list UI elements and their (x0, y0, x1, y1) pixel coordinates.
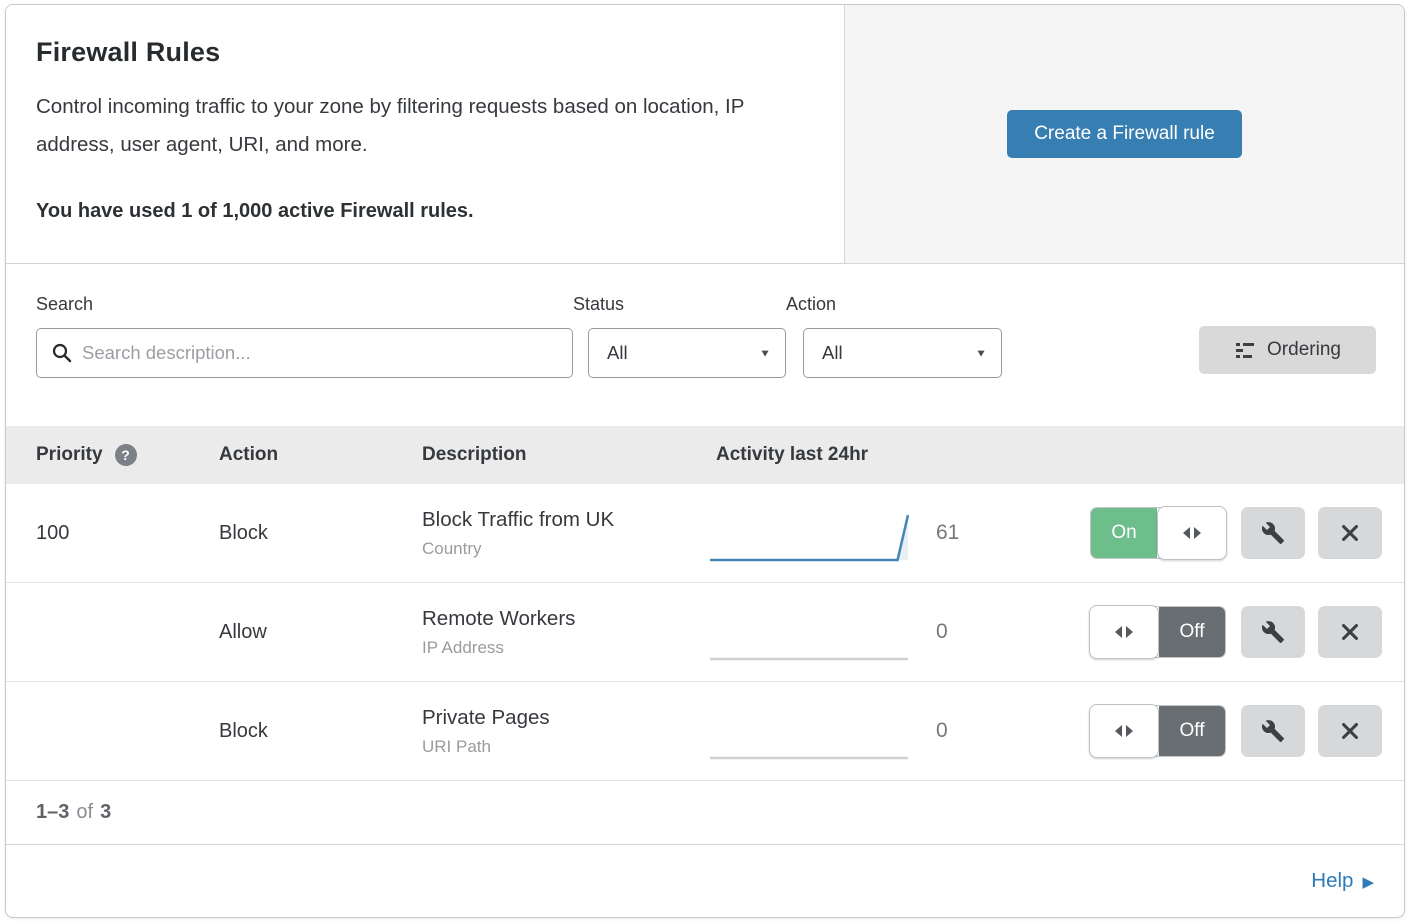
toggle-knob[interactable] (1089, 704, 1159, 758)
delete-rule-button[interactable] (1318, 705, 1382, 757)
close-icon (1339, 522, 1361, 544)
rule-action: Block (219, 720, 422, 743)
activity-sparkline (709, 599, 919, 665)
search-box (36, 328, 573, 378)
ordering-button[interactable]: Ordering (1199, 326, 1376, 374)
filter-bar: Search Status All ▼ Action All (6, 264, 1404, 426)
rule-action: Block (219, 522, 422, 545)
column-action: Action (219, 444, 422, 466)
toggle-state-label: On (1091, 508, 1157, 558)
activity-count: 61 (936, 521, 959, 545)
pagination-range: 1–3 (36, 801, 69, 824)
firewall-rules-card: Firewall Rules Control incoming traffic … (5, 4, 1405, 918)
delete-rule-button[interactable] (1318, 606, 1382, 658)
search-label: Search (36, 294, 573, 315)
chevron-down-icon: ▼ (975, 347, 987, 359)
toggle-arrows-icon (1126, 725, 1133, 737)
search-input[interactable] (82, 342, 558, 364)
page-description: Control incoming traffic to your zone by… (36, 88, 801, 164)
toggle-state-label: Off (1159, 607, 1225, 657)
rule-match-type: IP Address (422, 638, 709, 658)
activity-count: 0 (936, 719, 948, 743)
toggle-arrows-icon (1126, 626, 1133, 638)
rule-match-type: URI Path (422, 737, 709, 757)
toggle-arrows-icon (1183, 527, 1190, 539)
action-select[interactable]: All ▼ (803, 328, 1002, 378)
status-selected-value: All (607, 342, 628, 364)
header-action-panel: Create a Firewall rule (845, 5, 1404, 263)
close-icon (1339, 621, 1361, 643)
search-group: Search (36, 294, 573, 378)
activity-count: 0 (936, 620, 948, 644)
wrench-icon (1261, 620, 1285, 644)
rule-enabled-toggle[interactable]: Off (1090, 606, 1226, 658)
edit-rule-button[interactable] (1241, 606, 1305, 658)
column-description: Description (422, 444, 709, 466)
action-filter-group: Action All ▼ (786, 294, 1002, 378)
toggle-arrows-icon (1115, 725, 1122, 737)
rule-enabled-toggle[interactable]: On (1090, 507, 1226, 559)
toggle-state-label: Off (1159, 706, 1225, 756)
rule-name: Remote Workers (422, 607, 709, 631)
rule-description: Private Pages URI Path (422, 706, 709, 757)
create-firewall-rule-button[interactable]: Create a Firewall rule (1007, 110, 1242, 158)
usage-note: You have used 1 of 1,000 active Firewall… (36, 200, 814, 223)
table-row: Allow Remote Workers IP Address 0 Off (6, 583, 1404, 682)
wrench-icon (1261, 719, 1285, 743)
row-controls: 61 On (919, 507, 1404, 559)
toggle-knob[interactable] (1089, 605, 1159, 659)
rule-name: Private Pages (422, 706, 709, 730)
toggle-arrows-icon (1115, 626, 1122, 638)
priority-column-label: Priority (36, 444, 103, 466)
chevron-down-icon: ▼ (759, 347, 771, 359)
activity-sparkline (709, 500, 919, 566)
rule-name: Block Traffic from UK (422, 508, 709, 532)
column-activity: Activity last 24hr (709, 444, 1404, 466)
status-select[interactable]: All ▼ (588, 328, 786, 378)
activity-sparkline (709, 698, 919, 764)
arrow-right-icon: ▶ (1362, 873, 1374, 891)
header-text-panel: Firewall Rules Control incoming traffic … (6, 5, 845, 263)
edit-rule-button[interactable] (1241, 507, 1305, 559)
help-link[interactable]: Help ▶ (1311, 869, 1374, 893)
table-header: Priority ? Action Description Activity l… (6, 426, 1404, 484)
rule-enabled-toggle[interactable]: Off (1090, 705, 1226, 757)
rule-action: Allow (219, 621, 422, 644)
search-icon (51, 342, 73, 364)
action-selected-value: All (822, 342, 843, 364)
status-filter-group: Status All ▼ (573, 294, 786, 378)
edit-rule-button[interactable] (1241, 705, 1305, 757)
status-label: Status (573, 294, 786, 315)
wrench-icon (1261, 521, 1285, 545)
help-link-label: Help (1311, 869, 1353, 893)
delete-rule-button[interactable] (1318, 507, 1382, 559)
rule-description: Block Traffic from UK Country (422, 508, 709, 559)
rule-match-type: Country (422, 539, 709, 559)
list-ordering-icon (1234, 339, 1256, 361)
rule-description: Remote Workers IP Address (422, 607, 709, 658)
page-header: Firewall Rules Control incoming traffic … (6, 5, 1404, 264)
action-label: Action (786, 294, 1002, 315)
column-priority: Priority ? (6, 444, 219, 466)
row-controls: 0 Off (919, 606, 1404, 658)
toggle-arrows-icon (1194, 527, 1201, 539)
ordering-button-label: Ordering (1267, 339, 1341, 361)
toggle-knob[interactable] (1157, 506, 1227, 560)
row-controls: 0 Off (919, 705, 1404, 757)
rule-priority: 100 (6, 522, 219, 545)
help-bar: Help ▶ (6, 845, 1404, 916)
pagination-of: of (76, 801, 93, 824)
close-icon (1339, 720, 1361, 742)
pagination-total: 3 (100, 801, 111, 824)
pagination-bar: 1–3 of 3 (6, 781, 1404, 845)
priority-help-icon[interactable]: ? (115, 444, 137, 466)
table-row: 100 Block Block Traffic from UK Country … (6, 484, 1404, 583)
table-row: Block Private Pages URI Path 0 Off (6, 682, 1404, 781)
page-title: Firewall Rules (36, 37, 814, 68)
